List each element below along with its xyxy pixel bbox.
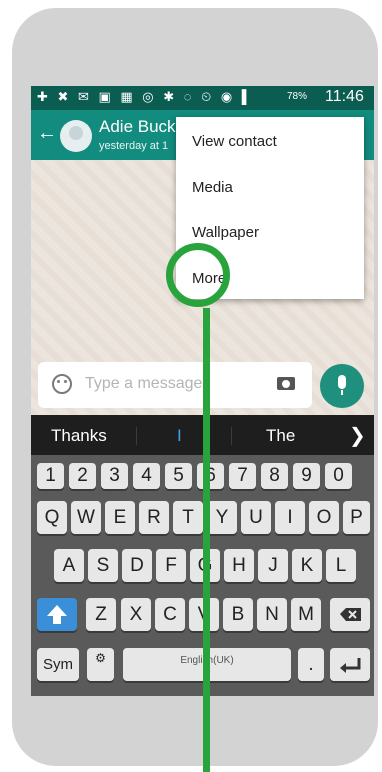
key-6[interactable]: 6: [197, 463, 224, 489]
last-seen: yesterday at 1: [99, 140, 169, 152]
highlight-pointer: [203, 308, 210, 772]
key-x[interactable]: X: [121, 598, 151, 631]
shift-key[interactable]: [37, 598, 77, 631]
suggestion-divider: [136, 427, 137, 445]
backspace-icon: [340, 608, 361, 621]
notification-icons: ✚ ✖ ✉ ▣ ▦ ◎ ✱ ◌ ⏲ ◉ ▌: [37, 89, 255, 104]
shift-arrow-icon: [47, 605, 67, 624]
key-j[interactable]: J: [258, 549, 288, 582]
key-o[interactable]: O: [309, 501, 339, 534]
period-key[interactable]: .: [298, 648, 324, 681]
key-2[interactable]: 2: [69, 463, 96, 489]
mic-icon: [338, 375, 346, 395]
menu-item-view-contact[interactable]: View contact: [192, 133, 277, 150]
contact-name[interactable]: Adie Buck: [99, 117, 176, 137]
key-9[interactable]: 9: [293, 463, 320, 489]
suggestion-3[interactable]: The: [266, 426, 295, 446]
key-m[interactable]: M: [291, 598, 321, 631]
key-4[interactable]: 4: [133, 463, 160, 489]
emoji-icon[interactable]: [52, 374, 72, 394]
key-f[interactable]: F: [156, 549, 186, 582]
key-3[interactable]: 3: [101, 463, 128, 489]
key-s[interactable]: S: [88, 549, 118, 582]
message-composer[interactable]: Type a message: [38, 362, 312, 408]
settings-key[interactable]: ⚙: [87, 648, 114, 681]
key-w[interactable]: W: [71, 501, 101, 534]
enter-key[interactable]: [330, 648, 370, 681]
key-e[interactable]: E: [105, 501, 135, 534]
suggestion-divider: [231, 427, 232, 445]
status-bar: ✚ ✖ ✉ ▣ ▦ ◎ ✱ ◌ ⏲ ◉ ▌ 78% 11:46: [31, 86, 374, 110]
suggestion-1[interactable]: Thanks: [51, 426, 107, 446]
key-p[interactable]: P: [343, 501, 370, 534]
key-h[interactable]: H: [224, 549, 254, 582]
key-l[interactable]: L: [326, 549, 356, 582]
key-a[interactable]: A: [54, 549, 84, 582]
camera-icon[interactable]: [277, 377, 295, 390]
key-d[interactable]: D: [122, 549, 152, 582]
highlight-circle: [166, 243, 230, 307]
back-arrow-icon[interactable]: ←: [37, 122, 57, 145]
key-c[interactable]: C: [155, 598, 185, 631]
key-5[interactable]: 5: [165, 463, 192, 489]
message-input[interactable]: Type a message: [85, 375, 202, 393]
key-k[interactable]: K: [292, 549, 322, 582]
avatar[interactable]: [60, 120, 92, 152]
key-b[interactable]: B: [223, 598, 253, 631]
key-1[interactable]: 1: [37, 463, 64, 489]
key-7[interactable]: 7: [229, 463, 256, 489]
key-z[interactable]: Z: [86, 598, 116, 631]
settings-glyph-icon: ⚙: [95, 651, 106, 665]
key-y[interactable]: Y: [207, 501, 237, 534]
menu-item-wallpaper[interactable]: Wallpaper: [192, 224, 259, 241]
key-t[interactable]: T: [173, 501, 203, 534]
sym-key[interactable]: Sym: [37, 648, 79, 681]
menu-item-media[interactable]: Media: [192, 179, 233, 196]
key-q[interactable]: Q: [37, 501, 67, 534]
key-r[interactable]: R: [139, 501, 169, 534]
enter-icon: [340, 658, 361, 673]
key-8[interactable]: 8: [261, 463, 288, 489]
mic-button[interactable]: [320, 364, 364, 408]
key-0[interactable]: 0: [325, 463, 352, 489]
chevron-right-icon[interactable]: ❯: [349, 423, 366, 448]
clock: 11:46: [325, 88, 364, 105]
key-u[interactable]: U: [241, 501, 271, 534]
key-i[interactable]: I: [275, 501, 305, 534]
suggestion-2[interactable]: I: [177, 426, 182, 446]
key-n[interactable]: N: [257, 598, 287, 631]
battery-level: 78%: [287, 91, 308, 102]
backspace-key[interactable]: [330, 598, 370, 631]
